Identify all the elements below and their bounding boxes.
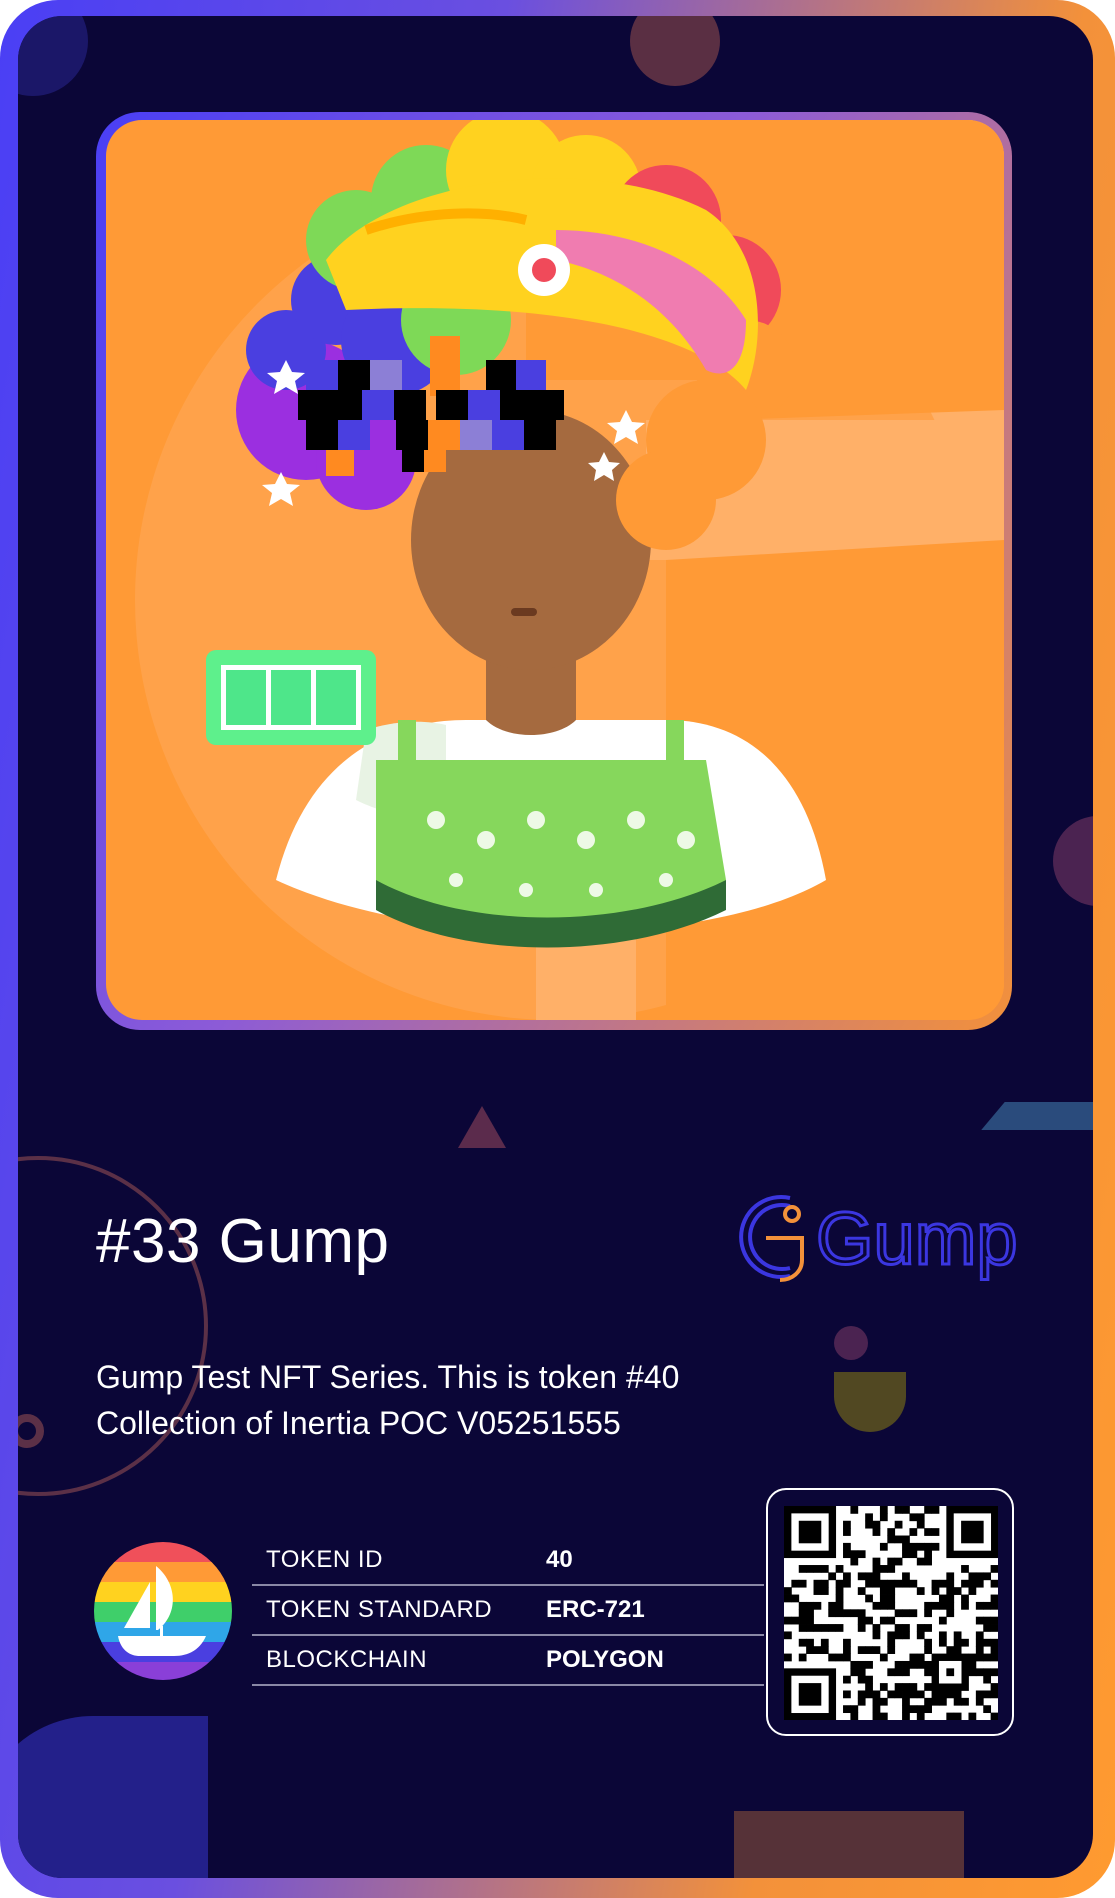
detail-label: BLOCKCHAIN bbox=[266, 1646, 428, 1673]
blockchain-row: BLOCKCHAIN POLYGON bbox=[252, 1636, 764, 1686]
token-details-table: TOKEN ID 40 TOKEN STANDARD ERC-721 BLOCK… bbox=[252, 1536, 764, 1686]
description-line: Gump Test NFT Series. This is token #40 bbox=[96, 1359, 680, 1395]
qr-code-icon[interactable] bbox=[784, 1506, 999, 1721]
nft-description: Gump Test NFT Series. This is token #40 … bbox=[96, 1354, 776, 1446]
decor-triangle bbox=[458, 1106, 506, 1148]
nft-artwork[interactable] bbox=[106, 120, 1004, 1020]
nft-title: #33 Gump bbox=[96, 1207, 390, 1276]
decor-circle bbox=[1053, 816, 1093, 906]
decor-half-circle bbox=[834, 1372, 906, 1432]
detail-value: POLYGON bbox=[546, 1646, 664, 1673]
opensea-icon[interactable] bbox=[94, 1542, 232, 1680]
detail-value: ERC-721 bbox=[546, 1596, 645, 1623]
decor-block bbox=[734, 1811, 964, 1878]
token-standard-row: TOKEN STANDARD ERC-721 bbox=[252, 1586, 764, 1636]
battery-icon bbox=[206, 650, 376, 745]
brand-wordmark: Gump bbox=[816, 1197, 1018, 1280]
description-line: Collection of Inertia POC V05251555 bbox=[96, 1405, 621, 1441]
decor-circle bbox=[630, 16, 720, 86]
gump-logo: Gump bbox=[732, 1184, 1032, 1294]
decor-circle bbox=[834, 1326, 868, 1360]
decor-circle bbox=[18, 16, 88, 96]
detail-value: 40 bbox=[546, 1546, 573, 1573]
detail-label: TOKEN STANDARD bbox=[266, 1596, 493, 1623]
token-id-row: TOKEN ID 40 bbox=[252, 1536, 764, 1586]
decor-bar bbox=[981, 1102, 1093, 1130]
detail-label: TOKEN ID bbox=[266, 1546, 383, 1573]
decor-quarter-circle bbox=[18, 1716, 208, 1878]
